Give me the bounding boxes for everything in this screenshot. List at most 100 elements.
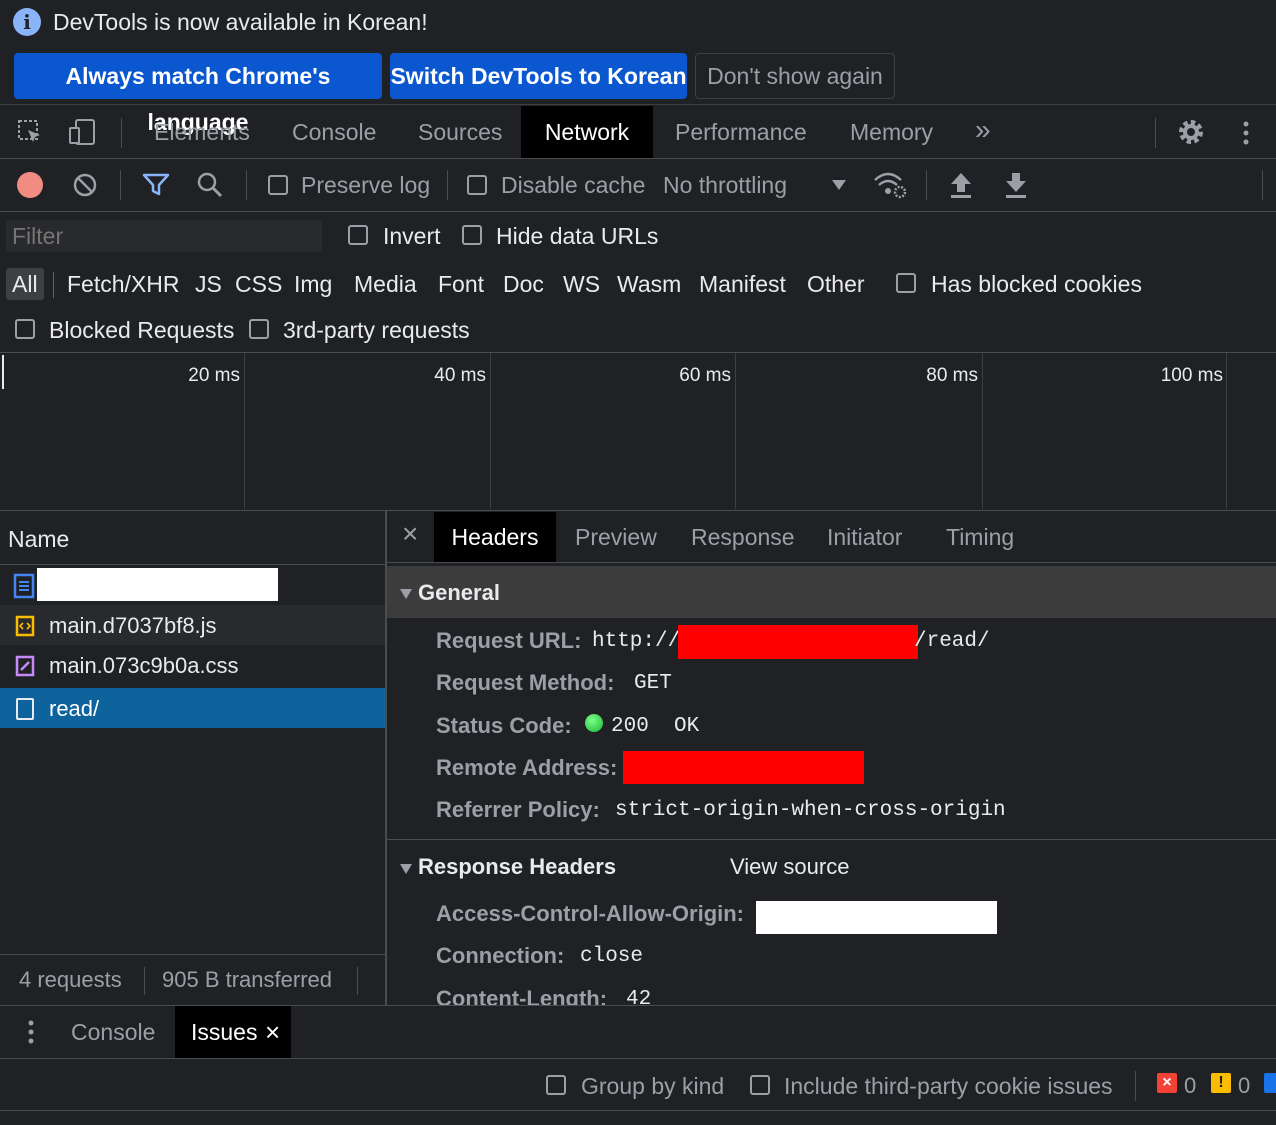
filter-type-css[interactable]: CSS	[235, 268, 282, 300]
switch-to-korean-button[interactable]: Switch DevTools to Korean	[390, 53, 687, 99]
divider	[357, 967, 358, 995]
grid-line	[982, 353, 983, 509]
request-name: read/	[49, 696, 100, 721]
tab-timing[interactable]: Timing	[946, 512, 1014, 562]
third-party-requests-checkbox[interactable]	[249, 319, 269, 339]
filter-type-fetch-xhr[interactable]: Fetch/XHR	[67, 268, 179, 300]
close-details-button[interactable]: ×	[402, 518, 418, 550]
preserve-log-checkbox[interactable]	[268, 175, 288, 195]
more-tabs-button[interactable]: »	[975, 104, 991, 156]
gear-icon[interactable]	[1176, 117, 1206, 147]
network-toolbar: Preserve log Disable cache No throttling	[0, 159, 1276, 211]
filter-type-doc[interactable]: Doc	[503, 268, 544, 300]
tab-memory[interactable]: Memory	[850, 106, 933, 158]
search-icon[interactable]	[196, 171, 224, 199]
tab-sources[interactable]: Sources	[418, 106, 502, 158]
referrer-policy-key: Referrer Policy:	[436, 797, 600, 822]
stylesheet-icon	[15, 655, 35, 677]
has-blocked-cookies-checkbox[interactable]	[896, 273, 916, 293]
tick-label: 20 ms	[188, 365, 240, 386]
filter-type-font[interactable]: Font	[438, 268, 484, 300]
status-code-value: 200 OK	[611, 715, 700, 738]
request-row[interactable]: main.d7037bf8.js	[0, 605, 385, 645]
group-by-kind-label: Group by kind	[581, 1073, 725, 1099]
close-icon[interactable]: ×	[265, 1006, 280, 1058]
timeline-overview[interactable]: 20 ms 40 ms 60 ms 80 ms 100 ms	[0, 353, 1276, 509]
redacted-name	[37, 568, 278, 601]
hide-data-urls-checkbox[interactable]	[462, 225, 482, 245]
filter-type-all[interactable]: All	[6, 268, 44, 300]
name-column-header[interactable]: Name	[0, 511, 385, 565]
dont-show-again-button[interactable]: Don't show again	[695, 53, 895, 99]
info-icon: i	[13, 8, 41, 36]
redacted-acao-value	[756, 901, 997, 934]
tab-performance[interactable]: Performance	[675, 106, 807, 158]
tab-headers[interactable]: Headers	[434, 512, 556, 562]
redacted-host	[678, 625, 918, 659]
drawer-tab-console[interactable]: Console	[71, 1006, 155, 1058]
filter-icon[interactable]	[142, 172, 170, 198]
include-third-party-label: Include third-party cookie issues	[784, 1073, 1113, 1099]
tick-label: 100 ms	[1160, 365, 1223, 386]
drawer-menu-icon[interactable]	[24, 1018, 38, 1046]
request-row[interactable]: main.073c9b0a.css	[0, 645, 385, 685]
tab-response[interactable]: Response	[691, 512, 795, 562]
request-method-value: GET	[634, 672, 672, 695]
tab-elements[interactable]: Elements	[154, 106, 250, 158]
invert-checkbox[interactable]	[348, 225, 368, 245]
remote-address-key: Remote Address:	[436, 755, 618, 780]
drawer-tabbar: Console Issues ×	[0, 1006, 1276, 1058]
view-source-link[interactable]: View source	[730, 854, 849, 880]
import-har-icon[interactable]	[948, 170, 974, 200]
infobar-message: DevTools is now available in Korean!	[53, 9, 428, 35]
export-har-icon[interactable]	[1003, 170, 1029, 200]
filter-type-wasm[interactable]: Wasm	[617, 268, 681, 300]
tick-label: 60 ms	[679, 365, 731, 386]
content-length-key: Content-Length:	[436, 986, 608, 1005]
filter-type-manifest[interactable]: Manifest	[699, 268, 786, 300]
status-summary: 4 requests 905 B transferred	[0, 955, 385, 1005]
clear-icon[interactable]	[72, 172, 98, 198]
request-name: main.073c9b0a.css	[49, 653, 239, 678]
request-row[interactable]	[0, 565, 385, 605]
tab-preview[interactable]: Preview	[575, 512, 657, 562]
group-by-kind-checkbox[interactable]	[546, 1075, 566, 1095]
tick-label: 80 ms	[926, 365, 978, 386]
hide-data-urls-label: Hide data URLs	[496, 223, 659, 249]
request-url-key: Request URL:	[436, 628, 582, 653]
throttling-select[interactable]: No throttling	[663, 172, 787, 199]
filter-type-js[interactable]: JS	[195, 268, 222, 300]
drawer-tab-issues[interactable]: Issues ×	[175, 1006, 291, 1058]
chevron-down-icon[interactable]	[830, 178, 848, 192]
tab-initiator[interactable]: Initiator	[827, 512, 902, 562]
request-name: main.d7037bf8.js	[49, 613, 217, 638]
request-row-selected[interactable]: read/	[0, 688, 385, 728]
always-match-language-button[interactable]: Always match Chrome's language	[14, 53, 382, 135]
error-count: 0	[1184, 1073, 1197, 1098]
filter-type-img[interactable]: Img	[294, 268, 332, 300]
timeline-cursor	[2, 355, 4, 389]
response-headers-section-header[interactable]: Response Headers View source	[387, 842, 1276, 892]
filter-type-other[interactable]: Other	[807, 268, 865, 300]
request-list: Name main.d7037bf8.js main.073c9b0a.css …	[0, 511, 385, 1005]
disable-cache-checkbox[interactable]	[467, 175, 487, 195]
record-icon[interactable]	[17, 172, 43, 198]
triangle-down-icon	[399, 862, 413, 874]
warning-icon: !	[1211, 1073, 1231, 1093]
inspect-element-icon[interactable]	[16, 118, 44, 146]
blocked-requests-checkbox[interactable]	[15, 319, 35, 339]
filter-type-ws[interactable]: WS	[563, 268, 600, 300]
device-toolbar-icon[interactable]	[68, 118, 98, 146]
divider	[144, 967, 145, 995]
filter-type-media[interactable]: Media	[354, 268, 417, 300]
filter-input[interactable]	[6, 220, 322, 252]
status-ok-icon	[585, 714, 603, 732]
tab-console[interactable]: Console	[292, 106, 376, 158]
kebab-menu-icon[interactable]	[1238, 118, 1254, 148]
general-section-header[interactable]: General	[387, 566, 1276, 618]
divider	[926, 170, 927, 200]
include-third-party-checkbox[interactable]	[750, 1075, 770, 1095]
network-conditions-icon[interactable]	[873, 170, 907, 200]
acao-key: Access-Control-Allow-Origin:	[436, 901, 745, 926]
tab-network[interactable]: Network	[521, 106, 653, 158]
